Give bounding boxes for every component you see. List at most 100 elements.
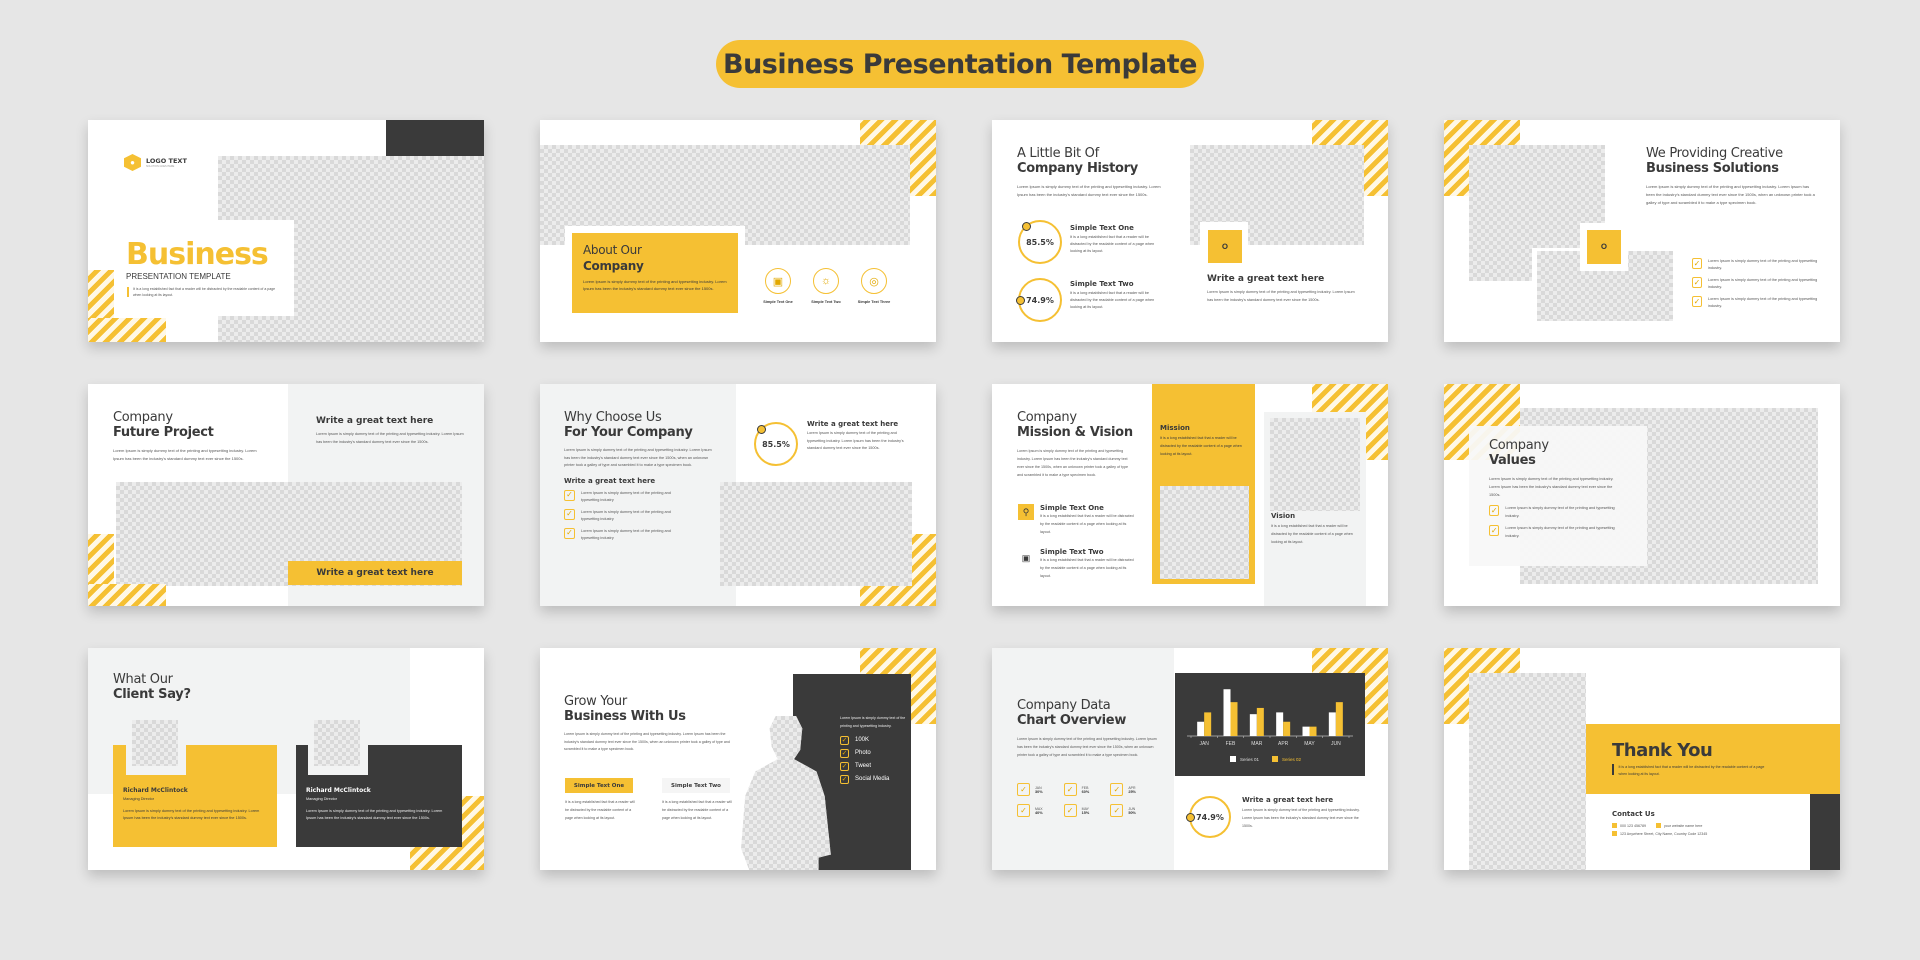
about-body: Lorem Ipsum is simply dummy text of the … <box>583 279 727 291</box>
slide-mission-vision[interactable]: Company Mission & Vision Lorem Ipsum is … <box>992 384 1388 606</box>
right-title: Write a great text here <box>316 416 434 426</box>
image-placeholder <box>1160 486 1249 579</box>
check-item: ✓ Lorem Ipsum is simply dummy text of the… <box>564 489 714 504</box>
stripe-decoration <box>88 584 166 606</box>
briefcase-icon: ▣ <box>1018 550 1034 566</box>
x-tick-label: MAR <box>1251 741 1263 747</box>
slide-cover[interactable]: ● LOGO TEXT SOLUTION GOES HERE Business … <box>88 120 484 342</box>
slide-chart-overview[interactable]: Company Data Chart Overview Lorem Ipsum … <box>992 648 1388 870</box>
slide-company-history[interactable]: ⚬ A Little Bit Of Company History Lorem … <box>992 120 1388 342</box>
panel-check-item: ✓ Tweet <box>840 762 906 771</box>
checkbox-icon: ✓ <box>1110 804 1124 817</box>
checkbox-icon: ✓ <box>840 775 849 784</box>
title-bold: Business Solutions <box>1646 161 1779 176</box>
check-item: ✓ Lorem Ipsum is simply dummy text of the… <box>1692 277 1818 291</box>
title-card: About Our Company Lorem Ipsum is simply … <box>572 233 738 313</box>
stat-value: 60% <box>1081 789 1090 794</box>
highlight-bar: Write a great text here <box>288 561 462 585</box>
stat-label: MAY <box>1081 806 1089 811</box>
avatar-placeholder <box>314 720 360 766</box>
stat-item: ✓ APR 25% <box>1110 783 1157 796</box>
thank-you-body-row: It is a long established fact that a rea… <box>1612 764 1840 777</box>
image-placeholder <box>720 482 912 586</box>
stat-label: APR <box>1128 785 1136 790</box>
right-text: Write a great text here Lorem Ipsum is s… <box>316 416 464 446</box>
slide-business-solutions[interactable]: ⚬ We Providing Creative Business Solutio… <box>1444 120 1840 342</box>
title-thin: Company <box>1489 438 1549 453</box>
vision-title: Vision <box>1271 512 1296 520</box>
item-body: It is a long established fact that a rea… <box>1040 514 1134 534</box>
client-role: Managing Director <box>123 797 155 801</box>
stripe-decoration <box>860 586 936 606</box>
icon-item: ☼ Simple Text Two <box>806 268 846 304</box>
contact-row: 000 123 456789 your website name here <box>1612 823 1802 828</box>
stat-ring: 74.9% <box>1186 796 1231 838</box>
title-block: Grow Your Business With Us Lorem Ipsum i… <box>564 694 734 754</box>
feature-title: Write a great text here <box>1207 274 1325 284</box>
why-body: Lorem Ipsum is simply dummy text of the … <box>564 448 712 467</box>
history-body: Lorem Ipsum is simply dummy text of the … <box>1017 184 1161 197</box>
check-text: Lorem Ipsum is simply dummy text of the … <box>1707 278 1818 289</box>
stat-ring: 74.9% <box>1016 278 1062 322</box>
checkbox-icon: ✓ <box>1063 783 1077 796</box>
panel-check-item: ✓ Social Media <box>840 775 906 784</box>
banner-title: Business Presentation Template <box>716 40 1204 88</box>
title-block: Company Mission & Vision Lorem Ipsum is … <box>1017 410 1133 479</box>
title-block: A Little Bit Of Company History Lorem Ip… <box>1017 146 1167 198</box>
legend-label: Series 02 <box>1282 757 1302 762</box>
icon-item: ◎ Simple Text Three <box>854 268 894 304</box>
bar-series-02-apr <box>1283 721 1291 736</box>
check-text: Lorem Ipsum is simply dummy text of the … <box>581 509 671 521</box>
stat-value: 40% <box>1035 810 1043 815</box>
contact-block: Contact Us 000 123 456789 your website n… <box>1612 810 1802 836</box>
col2-body: It is a long established fact that a rea… <box>662 800 732 820</box>
location-icon <box>1612 831 1617 836</box>
phone-text: 000 123 456789 <box>1620 823 1646 828</box>
icon-label: Simple Text Two <box>811 300 841 304</box>
check-item: ✓ Lorem Ipsum is simply dummy text of the… <box>564 527 714 542</box>
stat-body: It is a long established fact that a rea… <box>1070 235 1155 253</box>
contact-website[interactable]: your website name here <box>1655 823 1702 828</box>
chart-panel: JAN FEB MAR APR MAY JUN Series 01 Series 02 <box>1175 673 1365 776</box>
checkbox-icon: ✓ <box>1489 525 1500 536</box>
lightbulb-icon: ☼ <box>813 268 839 294</box>
title-block: Why Choose Us For Your Company Lorem Ips… <box>564 410 714 547</box>
check-text: Lorem Ipsum is simply dummy text of the … <box>1707 297 1818 308</box>
slide-grow-business[interactable]: Grow Your Business With Us Lorem Ipsum i… <box>540 648 936 870</box>
slide-why-choose-us[interactable]: Why Choose Us For Your Company Lorem Ips… <box>540 384 936 606</box>
slide-thank-you[interactable]: Thank You It is a long established fact … <box>1444 648 1840 870</box>
title-bold: Company History <box>1017 161 1138 176</box>
lightbulb-icon: ⚲ <box>1018 504 1034 520</box>
contact-address: 123 Anywhere Street, City Name, Country … <box>1612 831 1802 836</box>
contact-phone[interactable]: 000 123 456789 <box>1612 823 1646 828</box>
grow-body: Lorem Ipsum is simply dummy text of the … <box>564 732 730 751</box>
checkbox-icon: ✓ <box>840 749 849 758</box>
stat-value: 25% <box>1128 789 1136 794</box>
bar-series-02-jun <box>1335 702 1343 736</box>
check-item: ✓ Lorem Ipsum is simply dummy text of the… <box>1692 296 1818 310</box>
title-thin: Company Data <box>1017 698 1111 713</box>
slide-testimonials[interactable]: What Our Client Say? Richard McClintock … <box>88 648 484 870</box>
stat-label: MAX <box>1035 806 1043 811</box>
logo-tagline: SOLUTION GOES HERE <box>146 165 175 168</box>
slide-future-project[interactable]: Company Future Project Lorem Ipsum is si… <box>88 384 484 606</box>
title-bold: Business With Us <box>564 709 686 724</box>
client-quote: Lorem Ipsum is simply dummy text of the … <box>123 808 260 821</box>
stat-value: 30% <box>1035 789 1043 794</box>
bar-series-01-jan <box>1197 721 1205 736</box>
stat-item: ✓ MAX 40% <box>1017 804 1064 817</box>
hexagon-flame-icon: ● <box>124 154 141 171</box>
check-text: Lorem Ipsum is simply dummy text of the … <box>1505 506 1615 518</box>
avatar-placeholder <box>132 720 178 766</box>
bar-chart: JAN FEB MAR APR MAY JUN Series 01 Series 02 <box>1187 689 1353 762</box>
checkbox-icon: ✓ <box>1017 783 1030 796</box>
image-placeholder <box>1270 418 1360 511</box>
title-thin: Why Choose Us <box>564 410 662 425</box>
col1-label: Simple Text One <box>565 778 633 793</box>
right-body: Lorem Ipsum is simply dummy text of the … <box>316 432 464 444</box>
slide-company-values[interactable]: Company Values Lorem Ipsum is simply dum… <box>1444 384 1840 606</box>
bar-series-01-may <box>1302 726 1310 736</box>
check-item: ✓ Lorem Ipsum is simply dummy text of the… <box>564 508 714 523</box>
item-body: It is a long established fact that a rea… <box>1040 558 1134 578</box>
slide-about-company[interactable]: About Our Company Lorem Ipsum is simply … <box>540 120 936 342</box>
